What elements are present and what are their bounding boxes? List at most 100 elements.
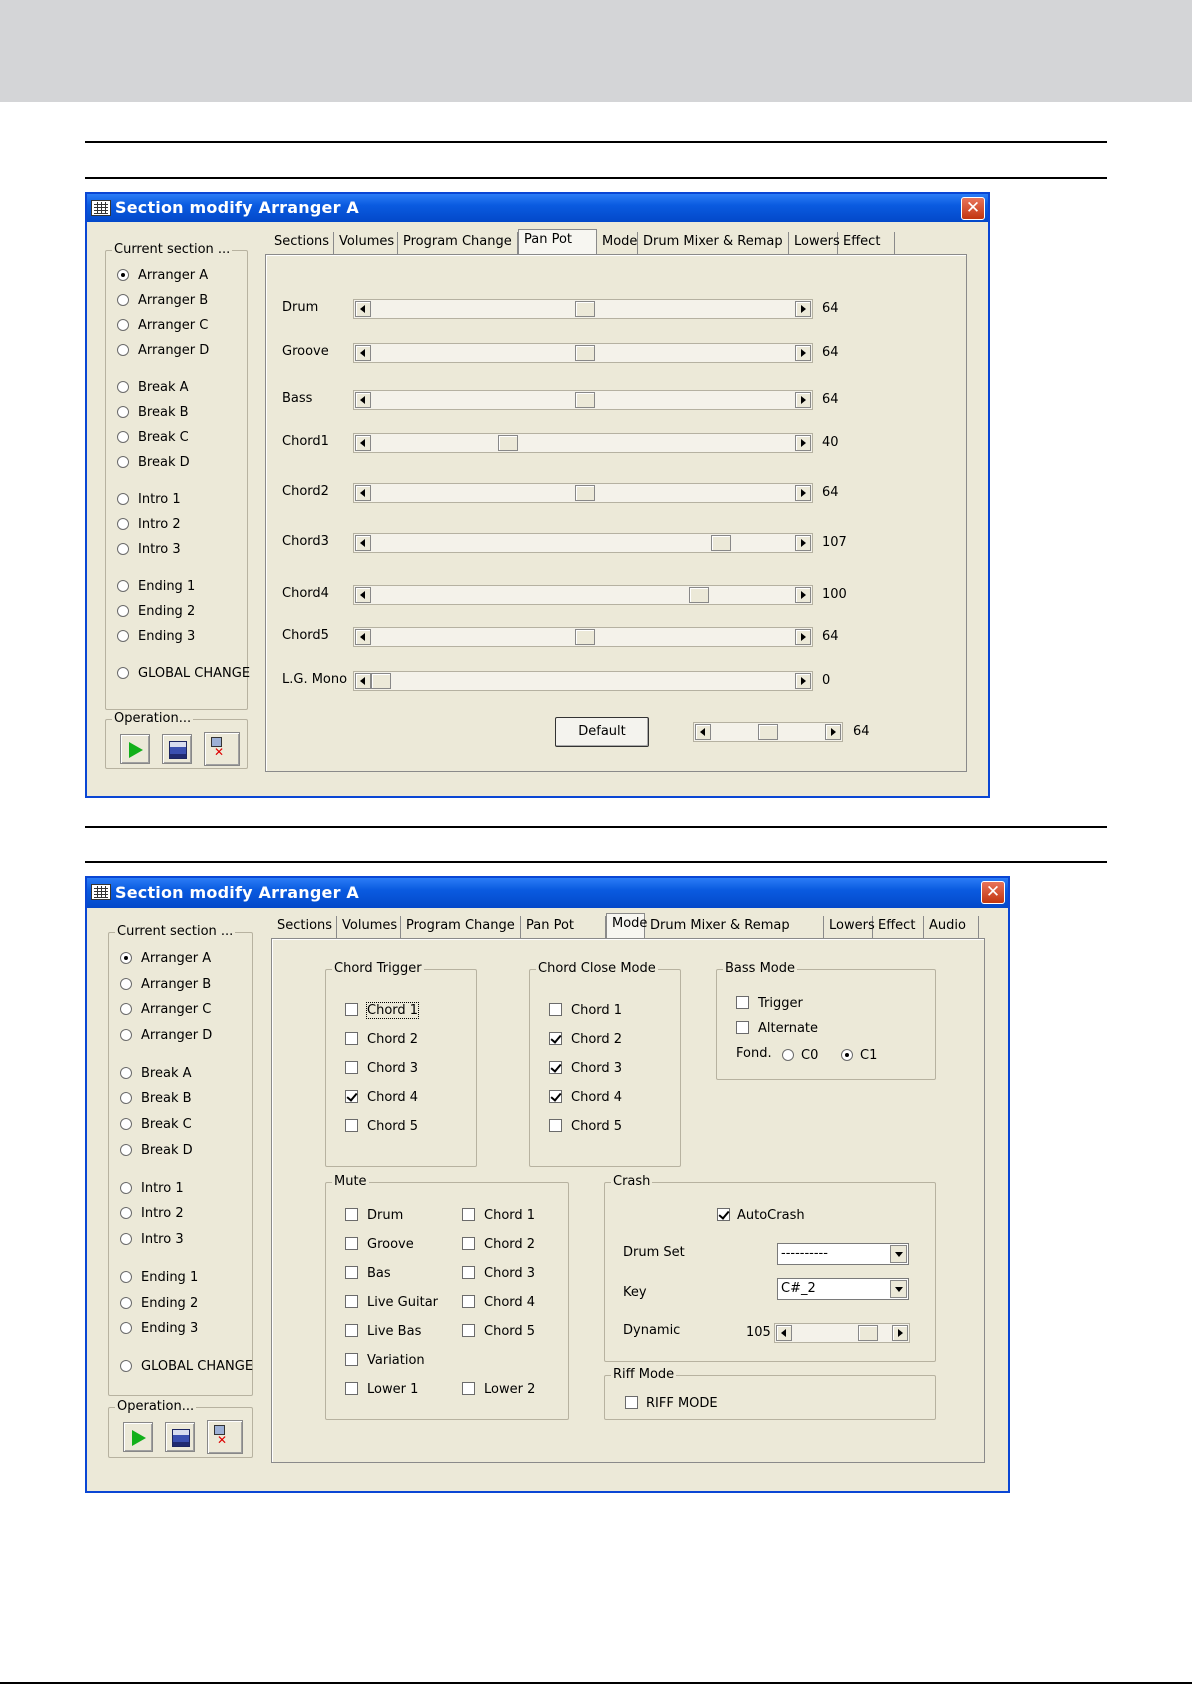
scroll-right-icon[interactable] [795,345,811,361]
section-radio-ending-3[interactable]: Ending 3 [120,1321,198,1336]
radio-circle[interactable] [120,952,132,964]
scroll-left-icon[interactable] [695,724,711,740]
pan-slider-chord3[interactable] [353,533,813,553]
checkbox-drum[interactable]: Drum [345,1208,403,1223]
radio-circle[interactable] [117,580,129,592]
radio-circle[interactable] [120,1233,132,1245]
scroll-right-icon[interactable] [795,587,811,603]
pan-slider-chord4[interactable] [353,585,813,605]
fond-c1-radio[interactable]: C1 [841,1048,877,1063]
section-radio-intro-1[interactable]: Intro 1 [117,492,181,507]
fond-c0-radio[interactable]: C0 [782,1048,818,1063]
radio-circle[interactable] [117,630,129,642]
checkbox-box[interactable] [549,1061,562,1074]
checkbox-chord-1[interactable]: Chord 1 [549,1003,622,1018]
scroll-right-icon[interactable] [795,629,811,645]
section-radio-break-d[interactable]: Break D [120,1143,193,1158]
dynamic-slider[interactable] [774,1323,910,1343]
checkbox-groove[interactable]: Groove [345,1237,414,1252]
delete-tree-icon[interactable] [204,732,240,766]
tab-pan-pot[interactable]: Pan Pot [521,916,606,938]
tab-lowers[interactable]: Lowers [824,916,875,938]
checkbox-chord-4[interactable]: Chord 4 [549,1090,622,1105]
default-button[interactable]: Default [555,717,649,747]
slider-thumb[interactable] [758,724,778,740]
checkbox-bas[interactable]: Bas [345,1266,391,1281]
pan-slider-bass[interactable] [353,390,813,410]
radio-circle[interactable] [120,1144,132,1156]
scroll-left-icon[interactable] [355,485,371,501]
radio-circle[interactable] [117,319,129,331]
section-radio-arranger-d[interactable]: Arranger D [117,343,209,358]
slider-thumb[interactable] [575,345,595,361]
checkbox-chord-2[interactable]: Chord 2 [549,1032,622,1047]
checkbox-box[interactable] [736,1021,749,1034]
slider-thumb[interactable] [575,392,595,408]
tab-drum-mixer-remap[interactable]: Drum Mixer & Remap [638,232,789,254]
scroll-right-icon[interactable] [892,1325,908,1341]
radio-circle[interactable] [120,1360,132,1372]
default-slider[interactable] [693,722,843,742]
radio-circle[interactable] [782,1049,794,1061]
section-radio-arranger-c[interactable]: Arranger C [120,1002,211,1017]
scroll-left-icon[interactable] [355,673,371,689]
checkbox-box[interactable] [345,1295,358,1308]
slider-thumb[interactable] [498,435,518,451]
checkbox-box[interactable] [345,1266,358,1279]
radio-circle[interactable] [120,1182,132,1194]
riff-mode-checkbox[interactable]: RIFF MODE [625,1396,718,1411]
section-radio-global-change[interactable]: GLOBAL CHANGE [120,1359,253,1374]
chevron-down-icon[interactable] [890,1245,907,1263]
radio-circle[interactable] [117,344,129,356]
scroll-left-icon[interactable] [355,535,371,551]
checkbox-box[interactable] [462,1382,475,1395]
tab-program-change[interactable]: Program Change [401,916,521,938]
section-radio-intro-1[interactable]: Intro 1 [120,1181,184,1196]
checkbox-box[interactable] [736,996,749,1009]
checkbox-box[interactable] [549,1032,562,1045]
checkbox-chord-3[interactable]: Chord 3 [345,1061,418,1076]
checkbox-lower-1[interactable]: Lower 1 [345,1382,418,1397]
section-radio-intro-2[interactable]: Intro 2 [117,517,181,532]
tab-effect[interactable]: Effect [838,232,895,254]
scroll-right-icon[interactable] [795,301,811,317]
checkbox-chord-2[interactable]: Chord 2 [462,1237,535,1252]
tab-drum-mixer-remap[interactable]: Drum Mixer & Remap [645,916,824,938]
section-radio-break-d[interactable]: Break D [117,455,190,470]
checkbox-box[interactable] [462,1324,475,1337]
section-radio-break-c[interactable]: Break C [120,1117,192,1132]
slider-thumb[interactable] [371,673,391,689]
checkbox-box[interactable] [462,1266,475,1279]
checkbox-box[interactable] [345,1061,358,1074]
radio-circle[interactable] [117,294,129,306]
section-radio-break-a[interactable]: Break A [117,380,189,395]
section-radio-arranger-a[interactable]: Arranger A [117,268,208,283]
pan-slider-chord1[interactable] [353,433,813,453]
slider-thumb[interactable] [689,587,709,603]
section-radio-ending-1[interactable]: Ending 1 [120,1270,198,1285]
radio-circle[interactable] [120,978,132,990]
section-radio-global-change[interactable]: GLOBAL CHANGE [117,666,250,681]
radio-circle[interactable] [117,493,129,505]
checkbox-chord-4[interactable]: Chord 4 [462,1295,535,1310]
scroll-left-icon[interactable] [355,587,371,603]
section-radio-break-b[interactable]: Break B [117,405,189,420]
checkbox-box[interactable] [345,1324,358,1337]
radio-circle[interactable] [120,1003,132,1015]
scroll-right-icon[interactable] [795,485,811,501]
radio-circle[interactable] [120,1322,132,1334]
section-radio-arranger-b[interactable]: Arranger B [120,977,211,992]
checkbox-chord-5[interactable]: Chord 5 [549,1119,622,1134]
checkbox-box[interactable] [462,1208,475,1221]
checkbox-box[interactable] [345,1119,358,1132]
scroll-right-icon[interactable] [795,435,811,451]
radio-circle[interactable] [117,269,129,281]
checkbox-box[interactable] [549,1090,562,1103]
radio-circle[interactable] [117,381,129,393]
trigger-checkbox[interactable]: Trigger [736,996,803,1011]
checkbox-chord-1[interactable]: Chord 1 [345,1002,420,1019]
section-radio-break-c[interactable]: Break C [117,430,189,445]
radio-circle[interactable] [117,518,129,530]
scroll-right-icon[interactable] [795,673,811,689]
radio-circle[interactable] [120,1271,132,1283]
